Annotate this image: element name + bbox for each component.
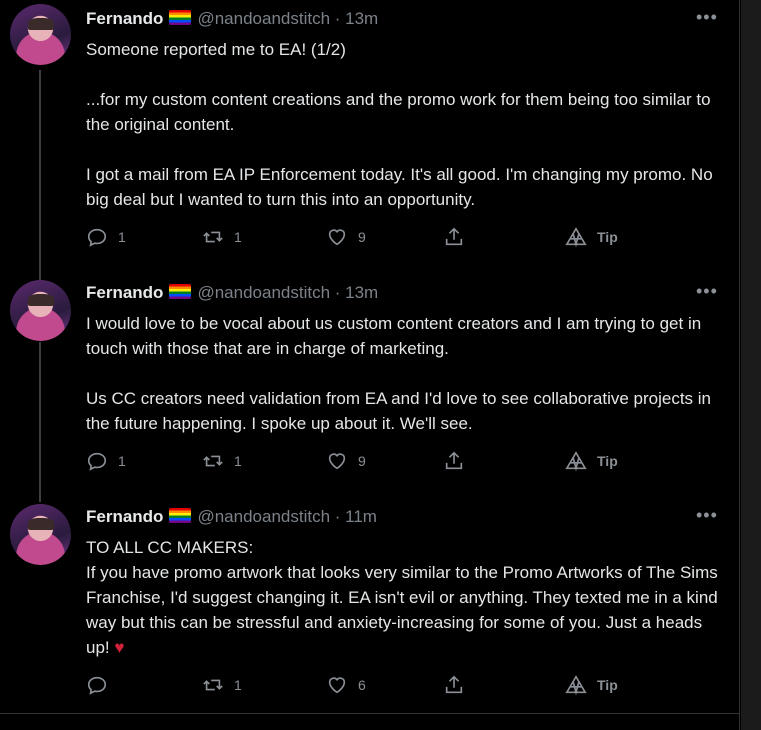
retweet-count: 1 [234,677,242,693]
column-border [739,0,740,730]
like-count: 9 [358,453,366,469]
reply-count: 1 [118,453,126,469]
reply-icon [87,228,107,247]
retweet-icon [203,231,223,243]
tip-label: Tip [597,229,618,245]
more-options-button[interactable]: ••• [696,281,718,302]
tweet-actions: 1 1 9 Tip [86,450,646,474]
reply-count: 1 [118,229,126,245]
heart-icon [328,453,346,470]
tweet-actions: 1 1 9 Tip [86,226,646,250]
share-button[interactable] [443,674,465,696]
handle-and-time[interactable]: @nandoandstitch · 11m [197,507,377,526]
rainbow-flag-icon [169,10,192,25]
display-name[interactable]: Fernando [86,9,163,28]
retweet-icon [203,679,223,691]
reply-icon [87,676,107,695]
rainbow-flag-icon [169,284,192,299]
avatar[interactable] [10,280,71,341]
tip-button[interactable]: Tip [565,450,618,472]
reply-button[interactable]: 1 [86,450,126,472]
like-button[interactable]: 9 [326,226,366,248]
retweet-icon [203,455,223,467]
tweet-text: TO ALL CC MAKERS: If you have promo artw… [86,535,726,660]
tweet-paragraph: I would love to be vocal about us custom… [86,314,706,358]
display-name[interactable]: Fernando [86,283,163,302]
like-count: 6 [358,677,366,693]
red-heart-icon: ♥ [114,638,125,657]
reply-button[interactable] [86,674,118,696]
thread-connector [39,70,41,280]
tweet-paragraph: ...for my custom content creations and t… [86,90,716,134]
scrollbar[interactable] [741,0,761,730]
thread-connector [39,342,41,502]
share-icon [445,675,463,694]
share-icon [445,227,463,246]
tip-label: Tip [597,677,618,693]
retweet-count: 1 [234,229,242,245]
retweet-count: 1 [234,453,242,469]
tip-button[interactable]: Tip [565,226,618,248]
tweet-text: I would love to be vocal about us custom… [86,311,726,436]
more-options-button[interactable]: ••• [696,505,718,526]
display-name[interactable]: Fernando [86,507,163,526]
tweet-paragraph: Us CC creators need validation from EA a… [86,389,716,433]
tip-icon [565,675,587,696]
share-button[interactable] [443,450,465,472]
avatar[interactable] [10,4,71,65]
tweet-paragraph: Someone reported me to EA! (1/2) [86,40,346,59]
tweet-paragraph: TO ALL CC MAKERS: If you have promo artw… [86,538,718,657]
tip-label: Tip [597,453,618,469]
tweet-actions: 1 6 Tip [86,674,646,698]
tweet-header: Fernando @nandoandstitch · 13m [86,9,378,29]
heart-icon [328,229,346,246]
reply-icon [87,452,107,471]
like-count: 9 [358,229,366,245]
tip-icon [565,451,587,472]
tweet-paragraph: I got a mail from EA IP Enforcement toda… [86,165,718,209]
tip-button[interactable]: Tip [565,674,618,696]
share-button[interactable] [443,226,465,248]
retweet-button[interactable]: 1 [202,450,242,472]
handle-and-time[interactable]: @nandoandstitch · 13m [197,9,378,28]
reply-button[interactable]: 1 [86,226,126,248]
tweet-header: Fernando @nandoandstitch · 11m [86,507,377,527]
tweet-text: Someone reported me to EA! (1/2) ...for … [86,37,726,212]
retweet-button[interactable]: 1 [202,674,242,696]
retweet-button[interactable]: 1 [202,226,242,248]
tweet-header: Fernando @nandoandstitch · 13m [86,283,378,303]
share-icon [445,451,463,470]
divider [0,713,739,714]
tip-icon [565,227,587,248]
rainbow-flag-icon [169,508,192,523]
more-options-button[interactable]: ••• [696,7,718,28]
like-button[interactable]: 6 [326,674,366,696]
heart-icon [328,677,346,694]
avatar[interactable] [10,504,71,565]
like-button[interactable]: 9 [326,450,366,472]
handle-and-time[interactable]: @nandoandstitch · 13m [197,283,378,302]
